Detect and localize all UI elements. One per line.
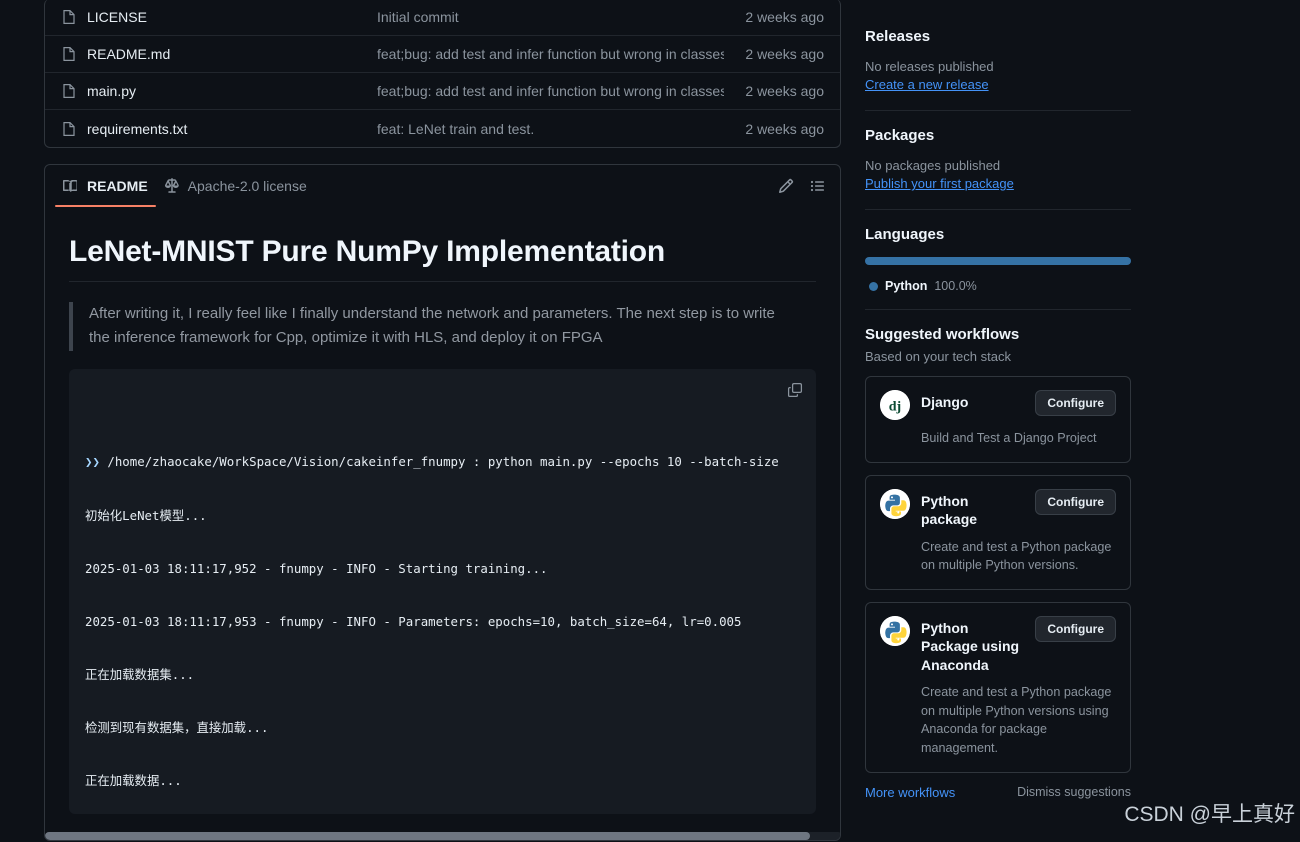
commit-message[interactable]: feat;bug: add test and infer function bu… xyxy=(377,83,724,99)
languages-heading: Languages xyxy=(865,226,945,243)
page-title: LeNet-MNIST Pure NumPy Implementation xyxy=(69,235,816,282)
scrollbar-thumb[interactable] xyxy=(45,831,811,840)
readme-horizontal-scroll-area xyxy=(45,814,840,840)
csdn-watermark: CSDN @早上真好 xyxy=(1124,803,1295,826)
commit-time: 2 weeks ago xyxy=(745,46,824,62)
workflow-title: Python package xyxy=(921,492,978,528)
workflow-title: Python Package using Anaconda xyxy=(921,619,1020,673)
python-icon xyxy=(880,615,910,646)
file-name-link[interactable]: LICENSE xyxy=(87,9,377,25)
tab-license-label: Apache-2.0 license xyxy=(187,178,307,194)
commit-message[interactable]: feat;bug: add test and infer function bu… xyxy=(377,46,724,62)
python-icon xyxy=(880,488,910,519)
main-content-column: LICENSE Initial commit 2 weeks ago READM… xyxy=(0,0,845,842)
publish-package-link[interactable]: Publish your first package xyxy=(865,176,1014,191)
svg-text:dj: dj xyxy=(889,400,901,415)
readme-blockquote: After writing it, I really feel like I f… xyxy=(69,302,816,351)
workflow-title: Django xyxy=(921,394,969,410)
create-release-link[interactable]: Create a new release xyxy=(865,77,989,92)
repository-sidebar: Releases No releases published Create a … xyxy=(845,0,1300,842)
terminal-command-line: ❯❯ /home/zhaocake/WorkSpace/Vision/cakei… xyxy=(85,453,800,471)
terminal-line: 正在加载数据... xyxy=(85,773,182,789)
terminal-line: 2025-01-03 18:11:17,953 - fnumpy - INFO … xyxy=(85,613,742,629)
dismiss-suggestions-link[interactable]: Dismiss suggestions xyxy=(1017,785,1131,799)
commit-time: 2 weeks ago xyxy=(745,9,824,25)
workflow-card-python-package[interactable]: Python package Configure Create and test… xyxy=(865,474,1131,590)
edit-icon[interactable] xyxy=(772,172,800,200)
workflow-description: Create and test a Python package on mult… xyxy=(921,685,1112,756)
copy-icon[interactable] xyxy=(782,377,808,403)
packages-heading: Packages xyxy=(865,127,935,144)
language-item-python[interactable]: Python 100.0% xyxy=(865,279,1131,293)
law-icon xyxy=(164,178,180,194)
configure-button[interactable]: Configure xyxy=(1035,615,1116,642)
table-row[interactable]: LICENSE Initial commit 2 weeks ago xyxy=(45,0,840,36)
configure-button[interactable]: Configure xyxy=(1035,488,1116,515)
workflow-description: Build and Test a Django Project xyxy=(921,431,1097,445)
file-icon xyxy=(61,121,77,137)
book-icon xyxy=(63,178,79,194)
prompt-symbol: ❯❯ xyxy=(85,454,100,470)
file-name-link[interactable]: requirements.txt xyxy=(87,121,377,137)
divider xyxy=(865,209,1131,210)
configure-button[interactable]: Configure xyxy=(1035,390,1116,416)
terminal-command: /home/zhaocake/WorkSpace/Vision/cakeinfe… xyxy=(107,454,779,470)
tab-license[interactable]: Apache-2.0 license xyxy=(156,165,315,207)
file-list-table: LICENSE Initial commit 2 weeks ago READM… xyxy=(44,0,841,148)
workflow-description: Create and test a Python package on mult… xyxy=(921,539,1112,573)
workflow-card-django[interactable]: dj Django Configure Build and Test a Dja… xyxy=(865,376,1131,463)
releases-heading: Releases xyxy=(865,28,931,45)
table-row[interactable]: README.md feat;bug: add test and infer f… xyxy=(45,36,840,73)
readme-content: LeNet-MNIST Pure NumPy Implementation Af… xyxy=(45,207,840,814)
commit-time: 2 weeks ago xyxy=(745,120,824,137)
language-name: Python xyxy=(885,279,928,293)
file-name-link[interactable]: main.py xyxy=(87,83,377,99)
tab-readme-label: README xyxy=(87,178,148,194)
file-icon xyxy=(61,9,77,25)
terminal-line: 正在加载数据集... xyxy=(85,666,195,682)
more-workflows-link[interactable]: More workflows xyxy=(865,785,955,800)
terminal-line: 初始化LeNet模型... xyxy=(85,507,207,523)
workflows-heading: Suggested workflows xyxy=(865,326,1020,343)
workflows-footer: More workflows Dismiss suggestions xyxy=(865,785,1131,800)
divider xyxy=(865,309,1131,310)
outline-icon[interactable] xyxy=(804,172,832,200)
table-row[interactable]: main.py feat;bug: add test and infer fun… xyxy=(45,73,840,110)
packages-empty-text: No packages published xyxy=(865,158,1001,173)
readme-panel: README Apache-2.0 license LeNet-MNIST Pu… xyxy=(44,164,841,841)
language-bar xyxy=(865,257,1131,265)
table-row[interactable]: requirements.txt feat: LeNet train and t… xyxy=(45,110,840,147)
workflows-subheading: Based on your tech stack xyxy=(865,349,1011,364)
terminal-line: 检测到现有数据集，直接加载... xyxy=(85,719,269,735)
commit-message[interactable]: Initial commit xyxy=(377,9,724,25)
file-icon xyxy=(61,46,77,62)
divider xyxy=(865,110,1131,111)
blockquote-text: After writing it, I really feel like I f… xyxy=(89,305,775,347)
commit-message[interactable]: feat: LeNet train and test. xyxy=(377,121,724,137)
file-icon xyxy=(61,83,77,99)
language-color-dot xyxy=(869,281,878,291)
horizontal-scrollbar[interactable] xyxy=(45,831,840,840)
workflow-card-python-anaconda[interactable]: Python Package using Anaconda Configure … xyxy=(865,601,1131,773)
tab-readme[interactable]: README xyxy=(55,165,156,207)
language-percent: 100.0% xyxy=(934,279,977,293)
terminal-line: 2025-01-03 18:11:17,952 - fnumpy - INFO … xyxy=(85,560,548,576)
repository-page: LICENSE Initial commit 2 weeks ago READM… xyxy=(0,0,1300,842)
releases-empty-text: No releases published xyxy=(865,59,994,74)
file-name-link[interactable]: README.md xyxy=(87,46,377,62)
terminal-code-block: ❯❯ /home/zhaocake/WorkSpace/Vision/cakei… xyxy=(69,368,816,814)
readme-tabbar: README Apache-2.0 license xyxy=(45,165,840,207)
commit-time: 2 weeks ago xyxy=(745,83,824,99)
django-icon: dj xyxy=(880,390,910,420)
